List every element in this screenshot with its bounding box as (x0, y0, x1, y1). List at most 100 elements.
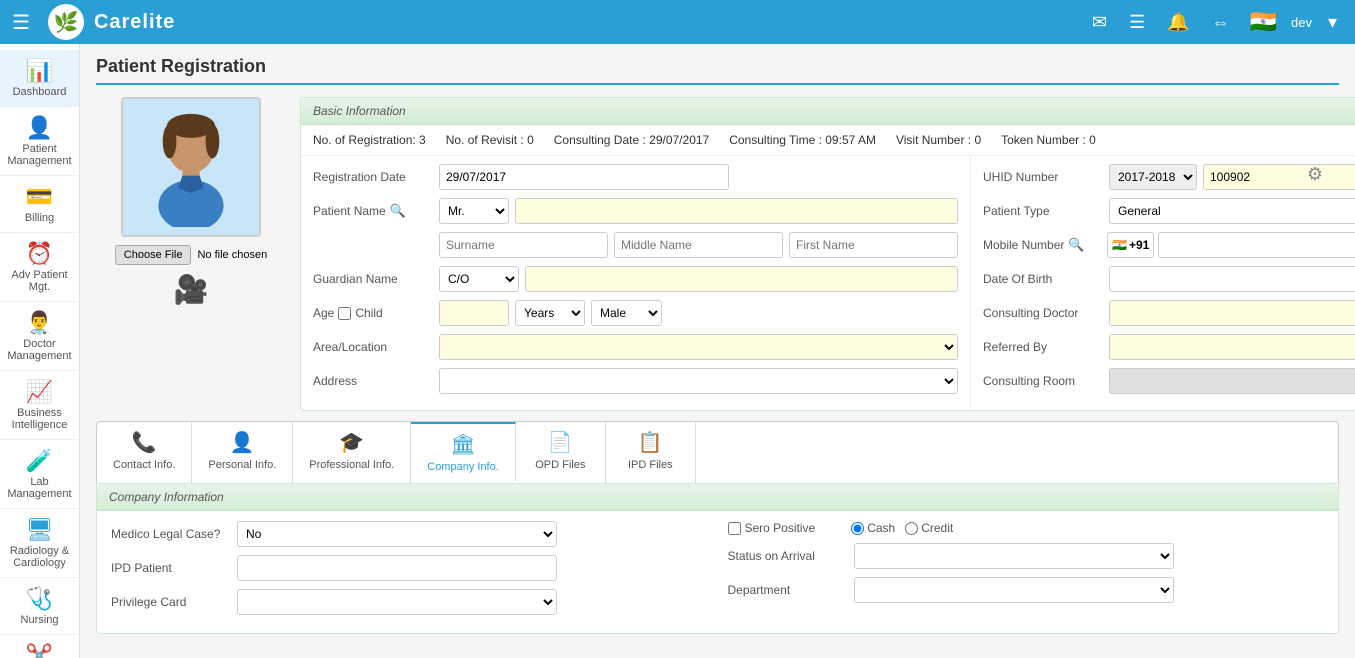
sidebar-item-business-intelligence[interactable]: 📈 Business Intelligence (0, 371, 79, 440)
credit-radio[interactable] (905, 522, 918, 535)
uhid-year-select[interactable]: 2017-2018 2016-2017 (1109, 164, 1197, 190)
guardian-name-input[interactable] (525, 266, 958, 292)
cash-radio-label[interactable]: Cash (851, 521, 895, 535)
address-select[interactable] (439, 368, 958, 394)
sidebar-item-doctor-management[interactable]: 👨‍⚕️ Doctor Management (0, 302, 79, 371)
no-of-revisit: No. of Revisit : 0 (446, 133, 534, 147)
company-left: Medico Legal Case? No Yes IPD Patient (111, 521, 708, 623)
referred-by-select[interactable] (1109, 334, 1355, 360)
patient-type-label: Patient Type (983, 204, 1103, 218)
medico-legal-select[interactable]: No Yes (237, 521, 557, 547)
patient-avatar (131, 107, 251, 227)
sidebar-label-radiology: Radiology & Cardiology (4, 545, 75, 569)
sidebar: 📊 Dashboard 👤 Patient Management 💳 Billi… (0, 44, 80, 658)
name-parts-row (439, 232, 958, 258)
sidebar-item-billing[interactable]: 💳 Billing (0, 176, 79, 233)
ipd-patient-label: IPD Patient (111, 561, 231, 575)
area-location-select[interactable] (439, 334, 958, 360)
child-checkbox[interactable] (338, 307, 351, 320)
mobile-label: Mobile Number 🔍 (983, 237, 1103, 253)
company-info-box: Company Information Medico Legal Case? N… (96, 483, 1339, 634)
camera-icon[interactable]: 🎥 (174, 273, 209, 306)
bell-icon[interactable]: 🔔 (1167, 12, 1189, 33)
surname-input[interactable] (439, 232, 608, 258)
sidebar-label-lab: Lab Management (4, 476, 75, 500)
sidebar-item-dashboard[interactable]: 📊 Dashboard (0, 50, 79, 107)
patient-name-input[interactable] (515, 198, 958, 224)
credit-radio-label[interactable]: Credit (905, 521, 953, 535)
sidebar-item-lab[interactable]: 🧪 Lab Management (0, 440, 79, 509)
adv-patient-icon: ⏰ (26, 241, 53, 267)
settings-gear-icon[interactable]: ⚙ (1307, 164, 1323, 185)
address-row: Address (313, 368, 958, 394)
tab-professional-label: Professional Info. (309, 459, 394, 471)
patient-type-select[interactable]: General VIP Staff (1109, 198, 1355, 224)
mobile-flag: 🇮🇳 +91 (1107, 232, 1154, 258)
sidebar-label-billing: Billing (25, 212, 54, 224)
logo-icon: 🌿 (53, 10, 78, 35)
tab-ipd-files[interactable]: 📋 IPD Files (606, 422, 696, 483)
patient-search-icon[interactable]: 🔍 (390, 203, 406, 219)
sidebar-item-adv-patient[interactable]: ⏰ Adv Patient Mgt. (0, 233, 79, 302)
area-location-label: Area/Location (313, 340, 433, 354)
sidebar-label-doctor: Doctor Management (4, 338, 75, 362)
consulting-doctor-select[interactable] (1109, 300, 1355, 326)
gender-select[interactable]: Male Female Other (591, 300, 662, 326)
age-input[interactable] (439, 300, 509, 326)
lab-icon: 🧪 (26, 448, 53, 474)
middle-name-input[interactable] (614, 232, 783, 258)
list-icon[interactable]: ☰ (1129, 12, 1145, 33)
hamburger-menu[interactable]: ☰ (12, 10, 30, 35)
payment-type-group: Cash Credit (851, 521, 953, 535)
sidebar-item-nursing[interactable]: 🩺 Nursing (0, 578, 79, 635)
department-row: Department (728, 577, 1325, 603)
privilege-card-select[interactable] (237, 589, 557, 615)
department-select[interactable] (854, 577, 1174, 603)
ipd-patient-row: IPD Patient (111, 555, 708, 581)
tab-company-info[interactable]: 🏛 Company Info. (411, 422, 516, 483)
graduation-icon: 🎓 (339, 430, 364, 455)
tabs-row: 📞 Contact Info. 👤 Personal Info. 🎓 Profe… (96, 421, 1339, 483)
tab-opd-files[interactable]: 📄 OPD Files (516, 422, 606, 483)
personal-icon: 👤 (230, 430, 255, 455)
sero-positive-checkbox[interactable] (728, 522, 741, 535)
sidebar-item-patient-management[interactable]: 👤 Patient Management (0, 107, 79, 176)
arrows-icon[interactable]: ⇔ (1212, 12, 1230, 33)
status-arrival-select[interactable] (854, 543, 1174, 569)
mobile-input[interactable] (1158, 232, 1355, 258)
dashboard-icon: 📊 (26, 58, 53, 84)
tab-contact-info[interactable]: 📞 Contact Info. (97, 422, 192, 483)
sero-positive-label[interactable]: Sero Positive (728, 521, 816, 535)
sidebar-item-radiology[interactable]: 🖥 Radiology & Cardiology (0, 509, 79, 578)
tab-company-label: Company Info. (427, 461, 499, 473)
doctor-icon: 👨‍⚕️ (26, 310, 53, 336)
tab-ipd-label: IPD Files (628, 459, 673, 471)
company-icon: 🏛 (450, 432, 475, 457)
consulting-room-row: Consulting Room (983, 368, 1355, 394)
ipd-patient-input[interactable] (237, 555, 557, 581)
mobile-search-icon[interactable]: 🔍 (1068, 237, 1084, 253)
registration-date-input[interactable] (439, 164, 729, 190)
tab-personal-info[interactable]: 👤 Personal Info. (192, 422, 293, 483)
cash-radio[interactable] (851, 522, 864, 535)
email-icon[interactable]: ✉ (1092, 12, 1107, 33)
patient-title-select[interactable]: Mr. Mrs. Ms. Dr. (439, 198, 509, 224)
chevron-down-icon[interactable]: ▾ (1328, 12, 1337, 33)
sidebar-item-ot[interactable]: ✂️ OT (0, 635, 79, 658)
patient-photo (121, 97, 261, 237)
file-upload-row: Choose File No file chosen (115, 245, 267, 265)
choose-file-button[interactable]: Choose File (115, 245, 192, 265)
uhid-number-input[interactable] (1203, 164, 1355, 190)
age-unit-select[interactable]: Years Months Days (515, 300, 585, 326)
content-area: Patient Registration ⚙ (80, 44, 1355, 658)
user-menu[interactable]: dev (1291, 15, 1312, 30)
dob-input[interactable] (1109, 266, 1355, 292)
tab-professional-info[interactable]: 🎓 Professional Info. (293, 422, 411, 483)
mobile-row: Mobile Number 🔍 🇮🇳 +91 (983, 232, 1355, 258)
opd-icon: 📄 (548, 430, 573, 455)
first-name-input[interactable] (789, 232, 958, 258)
consulting-room-input[interactable] (1109, 368, 1355, 394)
top-navigation: ☰ 🌿 Carelite ✉ ☰ 🔔 ⇔ 🇮🇳 dev ▾ (0, 0, 1355, 44)
guardian-type-select[interactable]: C/O S/O D/O W/O (439, 266, 519, 292)
guardian-name-row: Guardian Name C/O S/O D/O W/O (313, 266, 958, 292)
